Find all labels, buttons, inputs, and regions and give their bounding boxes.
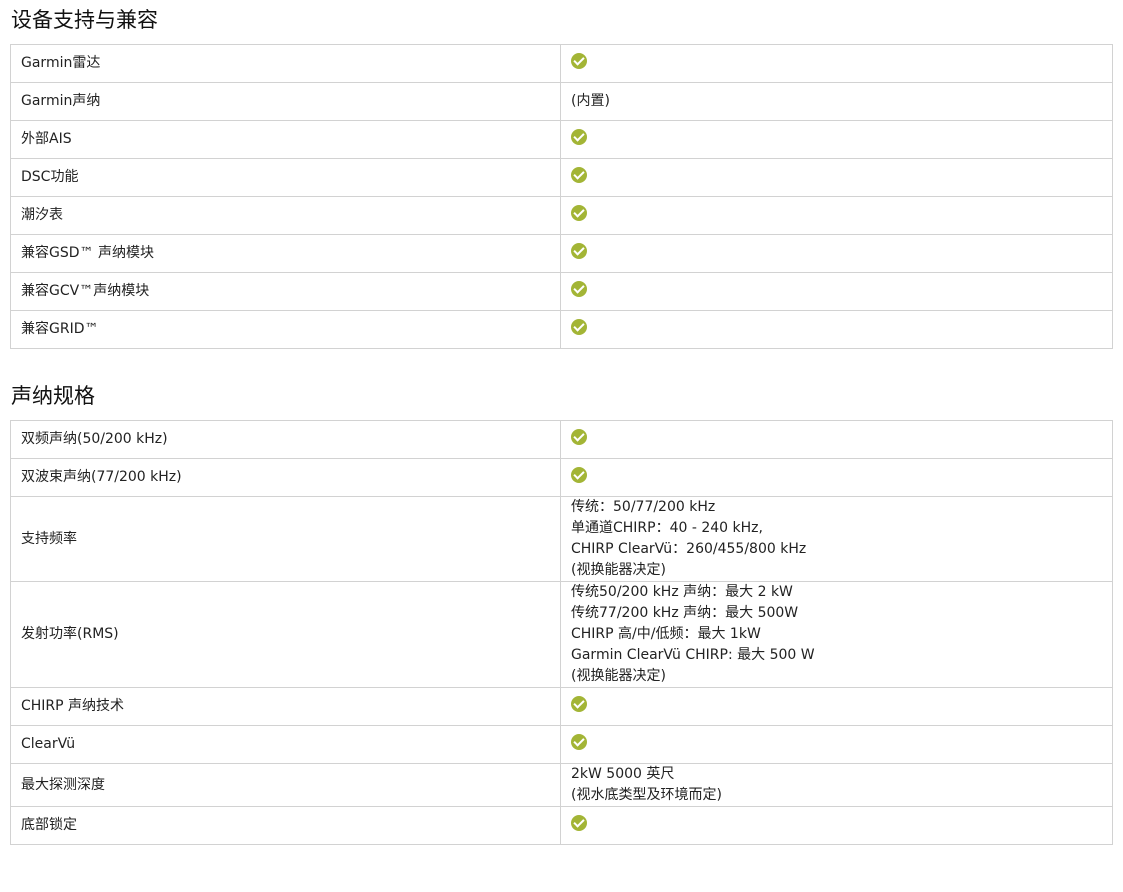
row-value: [560, 272, 1113, 311]
value-line: CHIRP 高/中/低频：最大 1kW: [571, 626, 761, 642]
value-line: CHIRP ClearVü：260/455/800 kHz: [571, 541, 807, 557]
row-label: 双频声纳(50/200 kHz): [10, 420, 561, 459]
row-value: [560, 120, 1113, 159]
row-value: [560, 458, 1113, 497]
table-row: 潮汐表: [10, 196, 1113, 235]
row-label: 兼容GSD™ 声纳模块: [10, 234, 561, 273]
check-icon: [571, 815, 587, 831]
row-value: [560, 687, 1113, 726]
section-title-device-support: 设备支持与兼容: [11, 8, 158, 32]
row-label: 外部AIS: [10, 120, 561, 159]
row-value: [560, 158, 1113, 197]
table-row: 兼容GRID™: [10, 310, 1113, 349]
row-value: [560, 310, 1113, 349]
row-value: 传统50/200 kHz 声纳：最大 2 kW 传统77/200 kHz 声纳：…: [560, 581, 1113, 688]
table-row: 双波束声纳(77/200 kHz): [10, 458, 1113, 497]
row-label: Garmin声纳: [10, 82, 561, 121]
row-value: [560, 196, 1113, 235]
row-value: (内置): [560, 82, 1113, 121]
value-line: 传统：50/77/200 kHz: [571, 499, 716, 515]
row-value: [560, 234, 1113, 273]
check-icon: [571, 281, 587, 297]
check-icon: [571, 243, 587, 259]
row-label: CHIRP 声纳技术: [10, 687, 561, 726]
value-line: (视换能器决定): [571, 668, 666, 684]
row-label: 最大探测深度: [10, 763, 561, 807]
sonar-specs-table: 双频声纳(50/200 kHz) 双波束声纳(77/200 kHz) 支持频率 …: [10, 420, 1113, 845]
table-row: Garmin雷达: [10, 44, 1113, 83]
value-line: 2kW 5000 英尺: [571, 766, 675, 782]
table-row: 外部AIS: [10, 120, 1113, 159]
value-line: 单通道CHIRP：40 - 240 kHz,: [571, 520, 763, 536]
table-row: 最大探测深度 2kW 5000 英尺 (视水底类型及环境而定): [10, 763, 1113, 807]
row-value: [560, 44, 1113, 83]
check-icon: [571, 467, 587, 483]
row-label: DSC功能: [10, 158, 561, 197]
row-label: 发射功率(RMS): [10, 581, 561, 688]
table-row: ClearVü: [10, 725, 1113, 764]
row-value: [560, 725, 1113, 764]
row-label: 双波束声纳(77/200 kHz): [10, 458, 561, 497]
table-row: CHIRP 声纳技术: [10, 687, 1113, 726]
check-icon: [571, 319, 587, 335]
check-icon: [571, 129, 587, 145]
value-line: 传统77/200 kHz 声纳：最大 500W: [571, 605, 799, 621]
row-label: 兼容GRID™: [10, 310, 561, 349]
device-support-table: Garmin雷达 Garmin声纳 (内置) 外部AIS DSC功能 潮汐表 兼…: [10, 44, 1113, 349]
table-row: 双频声纳(50/200 kHz): [10, 420, 1113, 459]
row-label: 潮汐表: [10, 196, 561, 235]
check-icon: [571, 167, 587, 183]
row-value: [560, 806, 1113, 845]
check-icon: [571, 696, 587, 712]
row-value: 2kW 5000 英尺 (视水底类型及环境而定): [560, 763, 1113, 807]
table-row: 底部锁定: [10, 806, 1113, 845]
value-line: (视换能器决定): [571, 562, 666, 578]
row-value: [560, 420, 1113, 459]
check-icon: [571, 734, 587, 750]
value-line: 传统50/200 kHz 声纳：最大 2 kW: [571, 584, 793, 600]
table-row: 兼容GCV™声纳模块: [10, 272, 1113, 311]
table-row: Garmin声纳 (内置): [10, 82, 1113, 121]
row-label: 兼容GCV™声纳模块: [10, 272, 561, 311]
check-icon: [571, 53, 587, 69]
table-row: DSC功能: [10, 158, 1113, 197]
value-line: (视水底类型及环境而定): [571, 787, 722, 803]
check-icon: [571, 205, 587, 221]
value-line: Garmin ClearVü CHIRP: 最大 500 W: [571, 647, 815, 663]
check-icon: [571, 429, 587, 445]
row-value: 传统：50/77/200 kHz 单通道CHIRP：40 - 240 kHz, …: [560, 496, 1113, 582]
table-row: 支持频率 传统：50/77/200 kHz 单通道CHIRP：40 - 240 …: [10, 496, 1113, 582]
row-label: ClearVü: [10, 725, 561, 764]
table-row: 发射功率(RMS) 传统50/200 kHz 声纳：最大 2 kW 传统77/2…: [10, 581, 1113, 688]
section-title-sonar-specs: 声纳规格: [11, 384, 95, 408]
row-label: Garmin雷达: [10, 44, 561, 83]
table-row: 兼容GSD™ 声纳模块: [10, 234, 1113, 273]
row-label: 底部锁定: [10, 806, 561, 845]
row-label: 支持频率: [10, 496, 561, 582]
